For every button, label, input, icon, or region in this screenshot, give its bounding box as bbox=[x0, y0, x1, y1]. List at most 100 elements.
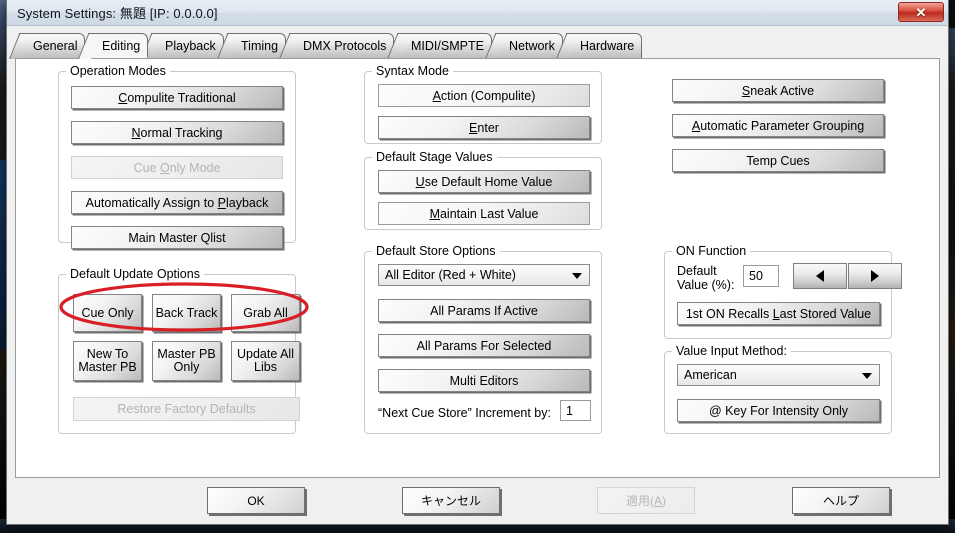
on-default-value-input[interactable]: 50 bbox=[743, 265, 779, 287]
help-button[interactable]: ヘルプ bbox=[792, 487, 890, 514]
tab-panel-editing: Operation Modes Compulite Traditional No… bbox=[15, 58, 940, 478]
button-label: Main Master Qlist bbox=[128, 230, 226, 245]
window-title: System Settings: 無題 [IP: 0.0.0.0] bbox=[17, 6, 218, 21]
button-label: ヘルプ bbox=[822, 494, 859, 508]
value-input-method-combo[interactable]: American bbox=[677, 364, 880, 386]
group-operation-modes: Operation Modes Compulite Traditional No… bbox=[58, 64, 296, 249]
tab-skew-edge bbox=[485, 33, 509, 59]
group-default-update-options-label: Default Update Options bbox=[66, 267, 204, 281]
button-label: 1st ON Recalls Last Stored Value bbox=[685, 306, 872, 321]
group-syntax-mode-label: Syntax Mode bbox=[372, 64, 453, 78]
group-default-stage-values-label: Default Stage Values bbox=[372, 150, 497, 164]
tab-label: General bbox=[33, 39, 78, 53]
button-maintain-last-value[interactable]: Maintain Last Value bbox=[378, 202, 590, 225]
tab-playback[interactable]: Playback bbox=[141, 33, 224, 59]
group-value-input-method-label: Value Input Method: bbox=[672, 344, 791, 358]
tab-network[interactable]: Network bbox=[485, 33, 563, 59]
dialog-button-bar: OK キャンセル 適用(A) ヘルプ bbox=[15, 478, 940, 524]
button-multi-editors[interactable]: Multi Editors bbox=[378, 369, 590, 392]
tab-label: Playback bbox=[165, 39, 216, 53]
button-label: キャンセル bbox=[420, 494, 481, 508]
group-default-stage-values: Default Stage Values Use Default Home Va… bbox=[364, 150, 602, 230]
close-icon[interactable]: ✕ bbox=[898, 2, 944, 22]
button-label: Cue Only bbox=[81, 306, 134, 320]
button-label: Use Default Home Value bbox=[415, 174, 553, 189]
button-label: Grab All bbox=[243, 306, 288, 320]
group-default-store-options-label: Default Store Options bbox=[372, 244, 500, 258]
button-label: Maintain Last Value bbox=[429, 206, 539, 221]
button-label: Cue Only Mode bbox=[133, 160, 221, 175]
tab-skew-edge bbox=[279, 33, 303, 59]
button-at-key-for-intensity-only[interactable]: @ Key For Intensity Only bbox=[677, 399, 880, 422]
button-cue-only-mode: Cue Only Mode bbox=[71, 156, 283, 179]
tab-editing[interactable]: Editing bbox=[78, 32, 148, 59]
tab-skew-edge bbox=[387, 33, 411, 59]
button-new-to-master-pb[interactable]: New To Master PB bbox=[73, 341, 142, 381]
button-action-compulite[interactable]: Action (Compulite) bbox=[378, 84, 590, 107]
default-value-label-line2: Value (%): bbox=[677, 278, 735, 292]
tab-label: DMX Protocols bbox=[303, 39, 387, 53]
button-master-pb-only[interactable]: Master PB Only bbox=[152, 341, 221, 381]
button-all-params-for-selected[interactable]: All Params For Selected bbox=[378, 334, 590, 357]
button-label: 適用(A) bbox=[625, 494, 666, 508]
system-settings-dialog: System Settings: 無題 [IP: 0.0.0.0] ✕ Gene… bbox=[6, 0, 949, 525]
ok-button[interactable]: OK bbox=[207, 487, 305, 514]
button-main-master-qlist[interactable]: Main Master Qlist bbox=[71, 226, 283, 249]
group-operation-modes-label: Operation Modes bbox=[66, 64, 170, 78]
title-bar: System Settings: 無題 [IP: 0.0.0.0] ✕ bbox=[7, 0, 948, 26]
tab-dmx-protocols[interactable]: DMX Protocols bbox=[279, 33, 394, 59]
apply-button: 適用(A) bbox=[597, 487, 695, 514]
default-store-combo-value: All Editor (Red + White) bbox=[385, 268, 516, 282]
value-input-method-combo-value: American bbox=[684, 368, 737, 382]
button-label: Compulite Traditional bbox=[118, 90, 236, 105]
button-label: Enter bbox=[469, 120, 499, 135]
button-restore-factory-defaults: Restore Factory Defaults bbox=[73, 397, 300, 421]
button-label: OK bbox=[247, 493, 265, 508]
button-sneak-active[interactable]: Sneak Active bbox=[672, 79, 884, 102]
group-value-input-method: Value Input Method: American @ Key For I… bbox=[664, 344, 892, 434]
tab-skew-edge bbox=[217, 33, 241, 59]
cancel-button[interactable]: キャンセル bbox=[402, 487, 500, 514]
button-cue-only[interactable]: Cue Only bbox=[73, 294, 142, 332]
group-default-update-options: Default Update Options Cue Only Back Tra… bbox=[58, 267, 300, 434]
button-update-all-libs[interactable]: Update All Libs bbox=[231, 341, 300, 381]
group-on-function: ON Function Default Value (%): 50 1st ON… bbox=[664, 244, 902, 339]
tab-timing[interactable]: Timing bbox=[217, 33, 286, 59]
default-store-combo[interactable]: All Editor (Red + White) bbox=[378, 264, 590, 286]
button-label: New To Master PB bbox=[78, 347, 137, 374]
spin-increase-button[interactable] bbox=[848, 263, 902, 289]
next-cue-store-label: “Next Cue Store” Increment by: bbox=[378, 406, 551, 420]
button-enter[interactable]: Enter bbox=[378, 116, 590, 139]
tab-skew-edge bbox=[556, 33, 580, 59]
tab-midi-smpte[interactable]: MIDI/SMPTE bbox=[387, 33, 492, 59]
tab-label: Hardware bbox=[580, 39, 635, 53]
triangle-right-icon bbox=[871, 270, 879, 282]
button-1st-on-recalls-last-stored-value[interactable]: 1st ON Recalls Last Stored Value bbox=[677, 302, 880, 325]
button-automatically-assign-to-playback[interactable]: Automatically Assign to Playback bbox=[71, 191, 283, 214]
tab-strip: General Editing Playback Timing DMX Protocol… bbox=[9, 32, 948, 59]
button-all-params-if-active[interactable]: All Params If Active bbox=[378, 299, 590, 322]
next-cue-store-increment-input[interactable]: 1 bbox=[560, 400, 591, 421]
button-label: Temp Cues bbox=[746, 153, 810, 168]
button-label: Back Track bbox=[155, 306, 218, 320]
button-temp-cues[interactable]: Temp Cues bbox=[672, 149, 884, 172]
button-label: Action (Compulite) bbox=[432, 88, 536, 103]
button-label: Automatically Assign to Playback bbox=[85, 195, 269, 210]
group-on-function-label: ON Function bbox=[672, 244, 751, 258]
button-grab-all[interactable]: Grab All bbox=[231, 294, 300, 332]
button-compulite-traditional[interactable]: Compulite Traditional bbox=[71, 86, 283, 109]
chevron-down-icon bbox=[862, 373, 872, 379]
tab-label: Timing bbox=[241, 39, 279, 53]
tab-general[interactable]: General bbox=[9, 33, 85, 59]
group-default-store-options: Default Store Options All Editor (Red + … bbox=[364, 244, 602, 434]
spin-decrease-button[interactable] bbox=[793, 263, 847, 289]
tab-hardware[interactable]: Hardware bbox=[556, 33, 642, 59]
button-label: Sneak Active bbox=[741, 83, 815, 98]
button-normal-tracking[interactable]: Normal Tracking bbox=[71, 121, 283, 144]
button-automatic-parameter-grouping[interactable]: Automatic Parameter Grouping bbox=[672, 114, 884, 137]
button-label: Normal Tracking bbox=[131, 125, 223, 140]
tab-skew-edge bbox=[78, 33, 102, 59]
button-label: Automatic Parameter Grouping bbox=[691, 118, 865, 133]
button-back-track[interactable]: Back Track bbox=[152, 294, 221, 332]
button-use-default-home-value[interactable]: Use Default Home Value bbox=[378, 170, 590, 193]
